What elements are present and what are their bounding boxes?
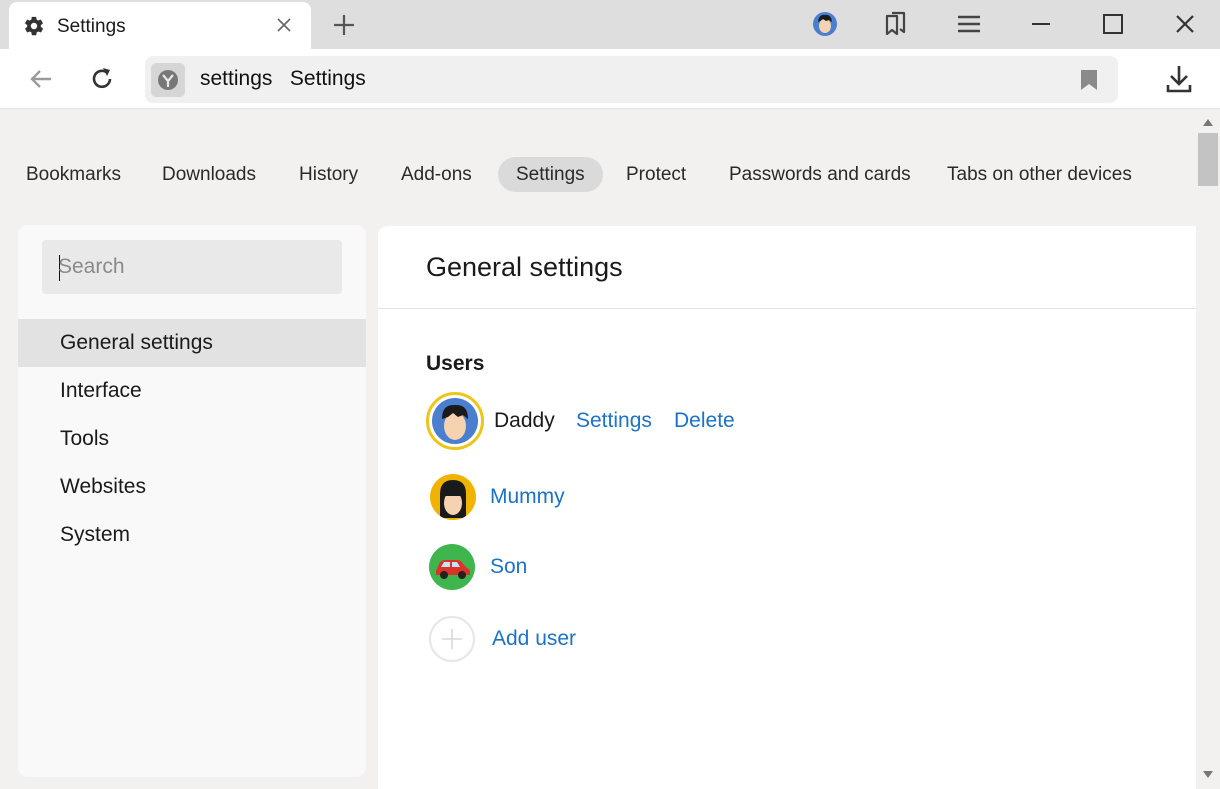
user-name-daddy: Daddy: [494, 409, 555, 432]
download-icon[interactable]: [1164, 63, 1194, 95]
reload-icon[interactable]: [87, 64, 117, 94]
minimize-icon[interactable]: [1027, 10, 1055, 38]
user-row-son: Son: [426, 544, 726, 604]
browser-tab[interactable]: Settings: [9, 2, 311, 49]
add-user-link[interactable]: Add user: [492, 627, 576, 651]
user-name-mummy[interactable]: Mummy: [490, 485, 565, 509]
menu-icon[interactable]: [955, 10, 983, 38]
tab-downloads[interactable]: Downloads: [144, 157, 274, 192]
address-host: settings Settings: [200, 67, 366, 90]
tab-tabs-on-other-devices[interactable]: Tabs on other devices: [929, 157, 1150, 192]
maximize-icon[interactable]: [1099, 10, 1127, 38]
avatar-woman-icon: [440, 480, 466, 518]
user-avatar-son[interactable]: [429, 544, 475, 590]
back-arrow-icon[interactable]: [26, 64, 56, 94]
add-user-row[interactable]: Add user: [426, 614, 726, 674]
tab-settings[interactable]: Settings: [498, 157, 603, 192]
sidebar-item-general-settings[interactable]: General settings: [18, 319, 366, 367]
avatar-car-icon: [436, 560, 470, 579]
gear-icon: [25, 16, 43, 36]
title-bar: Settings: [0, 0, 1220, 49]
settings-main-panel: General settings Users Daddy Settings De…: [378, 226, 1196, 789]
settings-sidebar: General settings Interface Tools Website…: [18, 225, 366, 777]
page-title: General settings: [426, 252, 623, 282]
scroll-down-arrow-icon[interactable]: [1202, 770, 1214, 780]
sidebar-item-tools[interactable]: Tools: [18, 415, 366, 463]
user-settings-link[interactable]: Settings: [576, 409, 652, 433]
users-heading: Users: [426, 352, 485, 375]
browser-logo-icon: [151, 63, 185, 97]
user-row-mummy: Mummy: [426, 474, 726, 534]
tab-title: Settings: [57, 16, 126, 37]
address-bar[interactable]: settings Settings: [145, 56, 1118, 103]
avatar-man-icon: [432, 398, 478, 444]
scroll-thumb[interactable]: [1198, 133, 1218, 186]
divider: [378, 308, 1196, 309]
close-window-icon[interactable]: [1171, 10, 1199, 38]
tab-bookmarks[interactable]: Bookmarks: [8, 157, 139, 192]
scrollbar[interactable]: [1196, 109, 1220, 789]
user-name-son[interactable]: Son: [490, 555, 527, 579]
sidebar-item-websites[interactable]: Websites: [18, 463, 366, 511]
sidebar-item-interface[interactable]: Interface: [18, 367, 366, 415]
bookmarks-manager-icon[interactable]: [882, 10, 910, 38]
scroll-up-arrow-icon[interactable]: [1202, 117, 1214, 127]
tab-passwords-and-cards[interactable]: Passwords and cards: [711, 157, 929, 192]
bookmark-icon[interactable]: [1079, 68, 1099, 92]
search-input[interactable]: [58, 248, 328, 286]
close-tab-icon[interactable]: [275, 16, 293, 34]
user-avatar-mummy[interactable]: [430, 474, 476, 520]
sidebar-item-system[interactable]: System: [18, 511, 366, 559]
plus-icon: [442, 629, 462, 649]
user-row-current: Daddy Settings Delete: [426, 392, 826, 452]
new-tab-icon[interactable]: [332, 13, 356, 37]
add-user-button[interactable]: [429, 616, 475, 662]
tab-protect[interactable]: Protect: [608, 157, 704, 192]
tab-history[interactable]: History: [281, 157, 376, 192]
profile-avatar-icon[interactable]: [811, 10, 839, 38]
tab-add-ons[interactable]: Add-ons: [383, 157, 490, 192]
user-delete-link[interactable]: Delete: [674, 409, 735, 433]
toolbar: settings Settings: [0, 49, 1220, 109]
user-avatar-daddy[interactable]: [426, 392, 484, 450]
search-box[interactable]: [42, 240, 342, 294]
settings-section-tabs: Bookmarks Downloads History Add-ons Sett…: [0, 155, 1190, 195]
